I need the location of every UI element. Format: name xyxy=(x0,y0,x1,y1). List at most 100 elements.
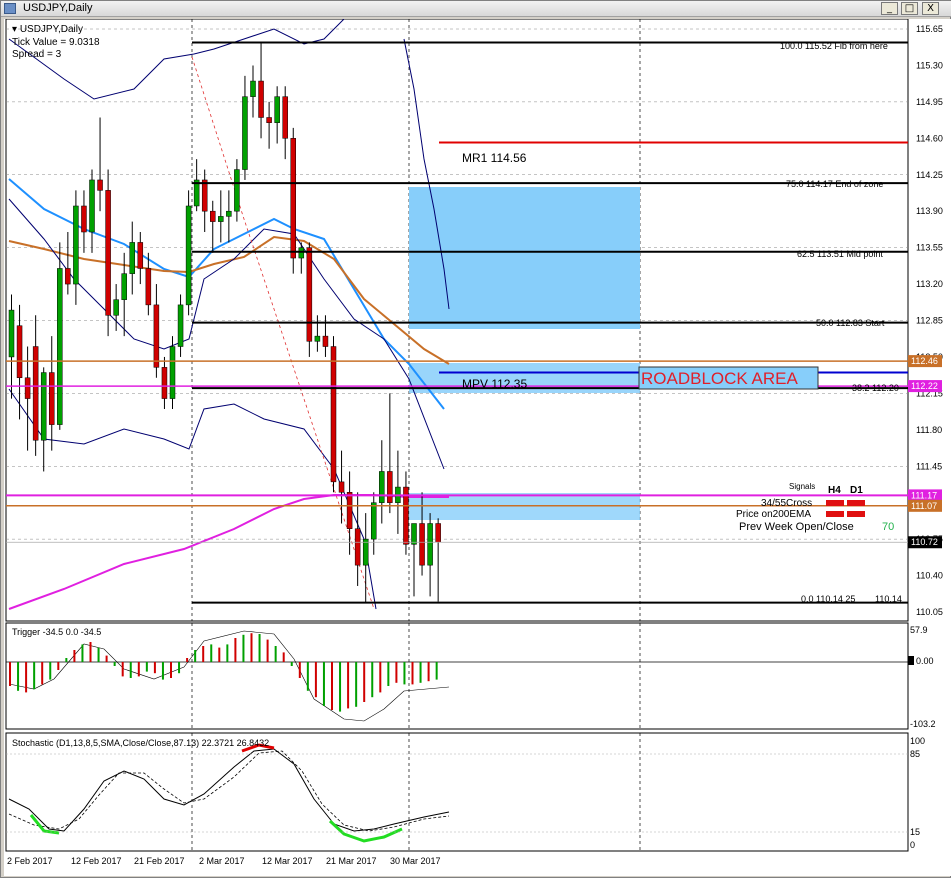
trigger-bar xyxy=(41,662,44,685)
fib-75-label: 75.0 114.17 End of zone xyxy=(786,179,883,189)
signal-prev-week-value: 70 xyxy=(882,521,894,533)
candle-bull xyxy=(314,335,321,342)
trigger-bar xyxy=(250,633,253,662)
candle-bull xyxy=(113,299,119,316)
candle-bear xyxy=(137,242,144,269)
maximize-button[interactable]: □ xyxy=(901,2,918,15)
stoch-axis-85: 85 xyxy=(910,749,920,759)
time-axis-label: 21 Feb 2017 xyxy=(134,856,185,866)
price-axis-label: 115.30 xyxy=(916,60,943,70)
price-axis-label: 112.85 xyxy=(916,316,943,326)
trigger-title: Trigger -34.5 0.0 -34.5 xyxy=(12,627,101,637)
symbol-label: ▾ USDJPY,Daily xyxy=(12,24,83,35)
trigger-bar xyxy=(25,662,28,693)
candle-bear xyxy=(338,481,345,493)
candle-bull xyxy=(121,273,127,300)
signals-d1-header: D1 xyxy=(850,485,863,496)
candle-bull xyxy=(226,210,232,217)
candle-bear xyxy=(16,325,23,379)
trigger-bar xyxy=(145,662,148,672)
candle-bull xyxy=(89,179,95,233)
chart-area[interactable]: ▾ USDJPY,Daily Tick Value = 9.0318 Sprea… xyxy=(4,18,951,876)
price-badge-label: 110.72 xyxy=(911,537,938,547)
trigger-bar xyxy=(9,662,11,686)
trigger-bar xyxy=(137,662,140,677)
stoch-axis-0: 0 xyxy=(910,840,915,850)
trigger-bar xyxy=(379,662,382,693)
candle-bull xyxy=(362,538,369,566)
trigger-bar xyxy=(65,658,68,662)
candle-bear xyxy=(81,205,87,233)
stoch-axis-15: 15 xyxy=(910,827,920,837)
candle-bear xyxy=(145,268,152,306)
trigger-axis-zero: 0.00 xyxy=(916,656,934,666)
candle-bull xyxy=(242,96,248,170)
price-badge-label: 112.46 xyxy=(911,356,938,366)
candle-bear xyxy=(65,268,71,285)
price-axis-label: 113.90 xyxy=(916,206,943,216)
time-axis-label: 30 Mar 2017 xyxy=(390,856,441,866)
price-axis-label: 110.40 xyxy=(916,571,943,581)
signal-h4-cross-marker xyxy=(826,500,844,506)
trigger-bar xyxy=(129,662,132,678)
fib-62-label: 62.5 113.51 Mid point xyxy=(797,249,883,259)
stoch-axis-100: 100 xyxy=(910,736,925,746)
stochastic-title: Stochastic (D1,13,8,5,SMA,Close/Close,87… xyxy=(12,738,269,748)
candle-bear xyxy=(346,492,353,529)
price-axis-label: 115.65 xyxy=(916,24,943,34)
candle-bear xyxy=(330,346,337,483)
trigger-bar xyxy=(81,644,84,662)
fib-38-label: 38.2 112.20 xyxy=(852,383,899,393)
chart-canvas[interactable]: ▾ USDJPY,Daily Tick Value = 9.0318 Sprea… xyxy=(4,18,951,876)
trigger-bar xyxy=(306,662,309,691)
candle-bear xyxy=(435,523,441,543)
candle-bull xyxy=(40,372,47,441)
close-button[interactable]: X xyxy=(922,2,939,15)
trigger-bar xyxy=(121,662,124,677)
candle-bull xyxy=(298,247,305,259)
trigger-bar xyxy=(161,662,164,680)
candle-bear xyxy=(153,304,160,368)
price-axis-label: 110.05 xyxy=(916,607,943,617)
candle-bull xyxy=(73,205,79,285)
candle-bull xyxy=(57,268,63,425)
spread-label: Spread = 3 xyxy=(12,49,62,60)
trigger-bar xyxy=(363,662,366,702)
trigger-bar xyxy=(427,662,430,682)
fib-50-label: 50.0 112.83 Start xyxy=(816,318,885,328)
candle-bear xyxy=(387,471,393,503)
price-badge-label: 112.22 xyxy=(911,381,938,391)
price-axis: 115.65 115.30 114.95 114.60 114.25 113.90 113.… xyxy=(916,24,943,617)
tick-value-label: Tick Value = 9.0318 xyxy=(12,37,100,48)
candle-bear xyxy=(306,247,313,342)
trigger-bar xyxy=(266,639,269,662)
trigger-bar xyxy=(97,647,100,662)
trigger-bar xyxy=(274,646,277,662)
candle-bull xyxy=(234,169,240,212)
signal-h4-ema-marker xyxy=(826,511,844,517)
trigger-panel-frame xyxy=(5,622,909,730)
trigger-bar xyxy=(226,644,229,662)
price-axis-label: 111.45 xyxy=(916,461,942,471)
trigger-bar xyxy=(73,650,76,662)
trigger-bar xyxy=(202,646,205,662)
candle-bear xyxy=(161,367,168,399)
trigger-bar xyxy=(339,662,342,712)
minimize-button[interactable]: _ xyxy=(881,2,898,15)
trigger-bar xyxy=(290,662,293,666)
candle-bull xyxy=(427,523,433,566)
fib-0-price-label: 110.14 xyxy=(875,594,902,604)
candle-bull xyxy=(218,216,224,222)
candle-bull xyxy=(379,471,385,503)
candle-bull xyxy=(274,96,280,123)
candle-bear xyxy=(24,377,31,399)
title-bar[interactable]: USDJPY,Daily _ □ X xyxy=(1,1,951,17)
time-axis-label: 12 Mar 2017 xyxy=(262,856,313,866)
price-badge-label: 111.17 xyxy=(911,490,937,500)
signal-d1-ema-marker xyxy=(847,511,865,517)
time-axis-label: 21 Mar 2017 xyxy=(326,856,377,866)
trigger-bar xyxy=(242,634,245,662)
price-axis-label: 113.20 xyxy=(916,279,943,289)
trigger-bar xyxy=(194,650,197,662)
candle-bear xyxy=(290,138,296,259)
